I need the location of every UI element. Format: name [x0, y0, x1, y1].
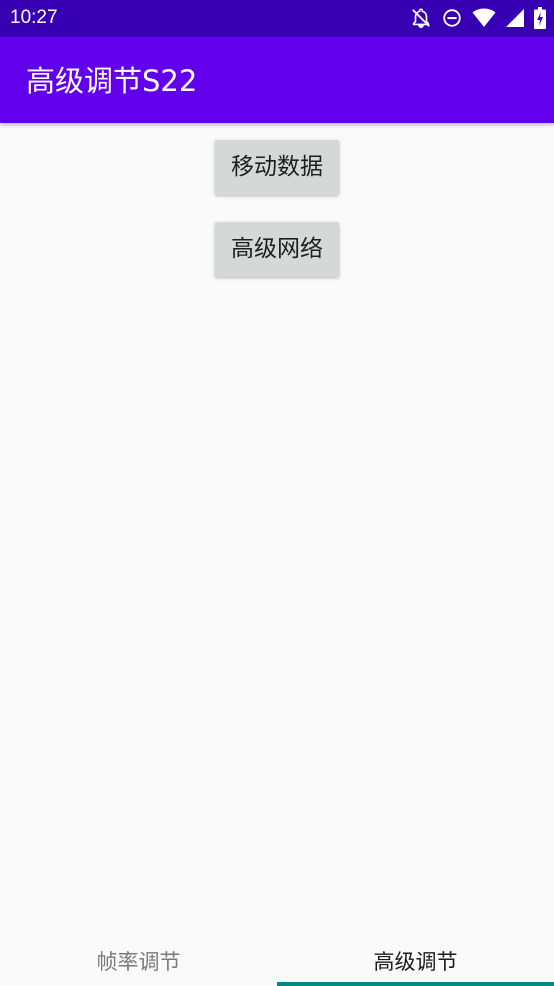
notifications-off-icon — [410, 7, 432, 29]
status-bar: 10:27 — [0, 0, 554, 37]
status-time: 10:27 — [10, 7, 58, 28]
app-title: 高级调节S22 — [26, 64, 198, 98]
tab-indicator — [277, 982, 554, 986]
battery-charging-icon — [534, 7, 546, 29]
tab-advanced-label: 高级调节 — [373, 950, 458, 974]
cellular-signal-icon — [505, 7, 525, 29]
mobile-data-button[interactable]: 移动数据 — [215, 140, 339, 195]
app-bar: 高级调节S22 — [0, 37, 554, 123]
do-not-disturb-icon — [441, 7, 463, 29]
tab-frame-rate[interactable]: 帧率调节 — [0, 938, 277, 986]
status-icons — [410, 7, 546, 29]
advanced-network-button[interactable]: 高级网络 — [215, 222, 339, 277]
bottom-tab-bar: 帧率调节 高级调节 — [0, 938, 554, 986]
tab-advanced[interactable]: 高级调节 — [277, 938, 554, 986]
tab-frame-rate-label: 帧率调节 — [96, 950, 181, 974]
main-content: 移动数据 高级网络 — [0, 123, 554, 938]
wifi-icon — [472, 7, 496, 29]
